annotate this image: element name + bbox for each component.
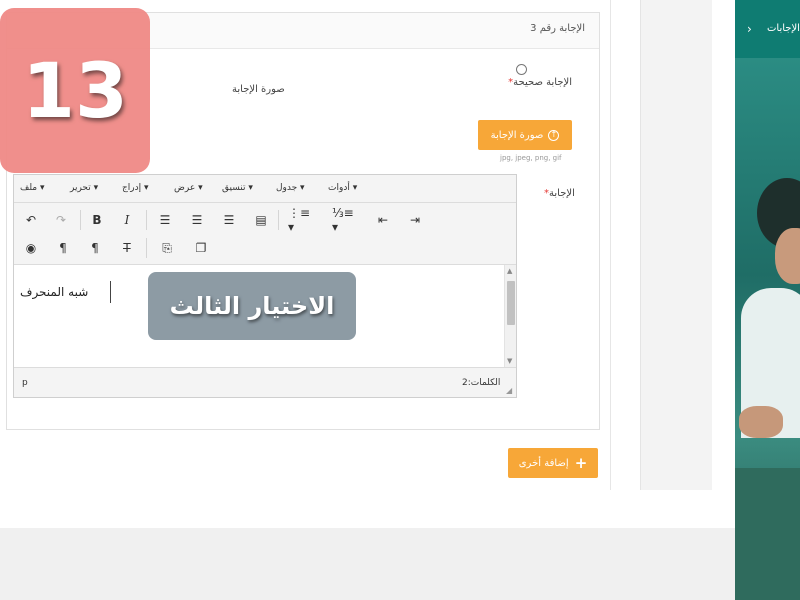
footer-strip — [0, 528, 735, 600]
undo-icon[interactable]: ↶ — [22, 211, 40, 229]
ltr-icon[interactable]: ¶ — [86, 239, 104, 257]
indent-icon[interactable]: ⇥ — [406, 211, 424, 229]
editor-scrollbar[interactable]: ▲ ▼ — [504, 265, 516, 367]
sidebar-header[interactable]: › الإجابات — [735, 0, 800, 58]
align-left-icon[interactable]: ☰ — [156, 211, 174, 229]
italic-icon[interactable]: I — [118, 211, 136, 229]
scroll-thumb[interactable] — [507, 281, 515, 325]
add-another-button[interactable]: + إضافة أخرى — [508, 448, 598, 478]
rtl-icon[interactable]: ¶ — [54, 239, 72, 257]
answer-image-label: صورة الإجابة — [232, 84, 285, 95]
step-number: 13 — [22, 46, 128, 135]
align-center-icon[interactable]: ☰ — [188, 211, 206, 229]
editor-toolbar: ↶ ↷ B I ☰ ☰ ☰ ▤ ⋮≡ ▾ ⅓≡ ▾ ⇤ ⇥ ◉ ¶ ¶ T̶ ⎘… — [14, 203, 516, 265]
plus-icon: + — [574, 454, 588, 472]
menu-tools[interactable]: ▾ أدوات — [328, 183, 357, 193]
menu-format-label: تنسيق — [222, 183, 246, 193]
upload-hint: jpg, jpeg, png, gif — [500, 154, 562, 162]
menu-file-label: ملف — [20, 183, 38, 193]
redo-icon[interactable]: ↷ — [52, 211, 70, 229]
caption-overlay: الاختيار الثالث — [148, 272, 356, 340]
paste-icon[interactable]: ⎘ — [158, 239, 176, 257]
resize-handle-icon[interactable]: ◢ — [506, 386, 512, 395]
menu-file[interactable]: ▾ ملف — [20, 183, 45, 193]
toolbar-separator — [146, 238, 147, 258]
panel-title: الإجابة رقم 3 — [530, 23, 585, 34]
align-justify-icon[interactable]: ▤ — [252, 211, 270, 229]
toolbar-separator — [146, 210, 147, 230]
answer-label-text: الإجابة — [549, 188, 575, 199]
outdent-icon[interactable]: ⇤ — [374, 211, 392, 229]
align-right-icon[interactable]: ☰ — [220, 211, 238, 229]
menu-insert[interactable]: ▾ إدراج — [122, 183, 149, 193]
sidebar-label: الإجابات — [767, 23, 800, 34]
page: الإجابة رقم 3 الإجابة صحيحة* صورة الإجاب… — [0, 0, 800, 600]
photo-hand — [739, 406, 783, 438]
menu-table-label: جدول — [276, 183, 298, 193]
chevron-right-icon: › — [747, 22, 752, 36]
answer-label: الإجابة* — [544, 188, 575, 199]
upload-button-label: صورة الإجابة — [490, 129, 544, 141]
preview-eye-icon[interactable]: ◉ — [22, 239, 40, 257]
menu-view[interactable]: ▾ عرض — [174, 183, 203, 193]
scroll-up-icon[interactable]: ▲ — [507, 267, 512, 275]
menu-edit-label: تحرير — [70, 183, 91, 193]
caption-text: الاختيار الثالث — [169, 292, 335, 320]
editor-text: شبه المنحرف — [20, 285, 89, 299]
editor-menubar: ▾ ملف ▾ تحرير ▾ إدراج ▾ عرض ▾ تنسيق ▾ جد… — [14, 175, 516, 203]
side-panel — [640, 0, 712, 490]
photo-desk — [735, 468, 800, 600]
upload-icon: ↑ — [548, 129, 560, 141]
add-another-label: إضافة أخرى — [518, 457, 569, 469]
menu-tools-label: أدوات — [328, 183, 350, 193]
bold-icon[interactable]: B — [88, 211, 106, 229]
photo-face — [775, 228, 800, 284]
clear-format-icon[interactable]: T̶ — [118, 239, 136, 257]
text-caret — [110, 281, 111, 303]
editor-statusbar: p الكلمات:2 ◢ — [14, 367, 516, 397]
right-sidebar: › الإجابات — [735, 0, 800, 600]
bullet-list-icon[interactable]: ⋮≡ ▾ — [288, 206, 318, 234]
copy-icon[interactable]: ❐ — [192, 239, 210, 257]
correct-answer-radio[interactable] — [516, 64, 527, 75]
menu-edit[interactable]: ▾ تحرير — [70, 183, 98, 193]
menu-view-label: عرض — [174, 183, 196, 193]
menu-table[interactable]: ▾ جدول — [276, 183, 305, 193]
step-number-badge: 13 — [0, 8, 150, 173]
element-path[interactable]: p — [22, 378, 28, 388]
upload-image-button[interactable]: ↑ صورة الإجابة — [478, 120, 572, 150]
column-divider — [610, 0, 611, 490]
toolbar-separator — [80, 210, 81, 230]
correct-answer-text: الإجابة صحيحة — [513, 77, 572, 88]
student-photo — [735, 58, 800, 600]
menu-insert-label: إدراج — [122, 183, 142, 193]
word-count: الكلمات:2 — [462, 378, 501, 388]
toolbar-separator — [278, 210, 279, 230]
scroll-down-icon[interactable]: ▼ — [507, 357, 512, 365]
menu-format[interactable]: ▾ تنسيق — [222, 183, 253, 193]
correct-answer-label: الإجابة صحيحة* — [508, 77, 572, 88]
numbered-list-icon[interactable]: ⅓≡ ▾ — [332, 206, 362, 234]
